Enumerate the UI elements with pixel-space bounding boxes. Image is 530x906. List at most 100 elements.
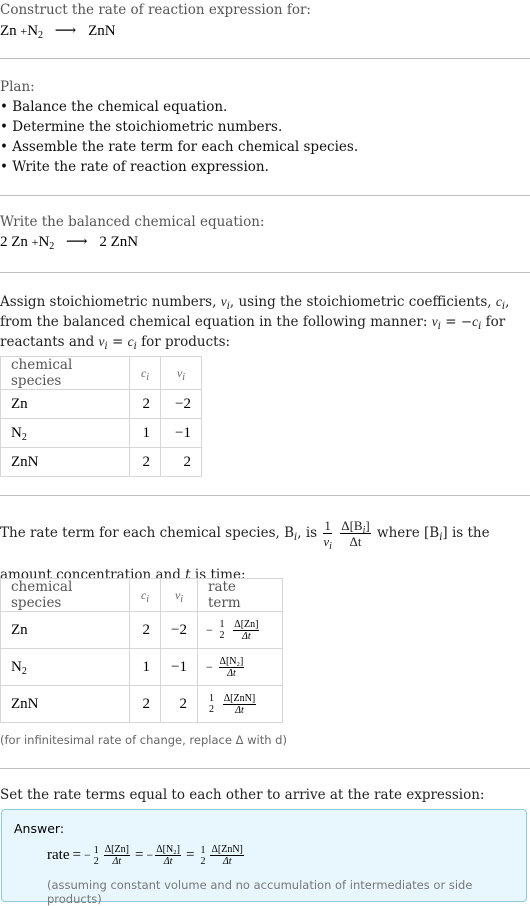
product-znn: ZnN [110, 234, 139, 250]
zn-delta-fraction: Δ[Zn] Δt [103, 844, 130, 867]
text: for products: [136, 334, 231, 350]
plan-item: • Determine the stoichiometric numbers. [0, 119, 283, 135]
n2-delta-fraction: Δ[N₂] Δt [155, 844, 181, 867]
subscript: 2 [21, 665, 27, 677]
denominator: 2 [219, 630, 225, 641]
species: N [11, 424, 22, 441]
nu-cell: −1 [160, 648, 198, 686]
text: Δ[B [341, 518, 363, 533]
header-intro: Construct the rate of reaction expressio… [0, 2, 311, 18]
stoich-section: Assign stoichiometric numbers, νi, using… [0, 292, 530, 352]
text: Assign stoichiometric numbers, [0, 294, 221, 310]
subscript: i [146, 593, 150, 605]
c-cell: 2 [129, 447, 161, 477]
numerator: Δ[N₂] [218, 655, 245, 668]
c-cell: 2 [129, 389, 161, 419]
rateterm-table: chemical species ci νi rate term Zn 2 −2… [0, 578, 283, 723]
coefficient-fraction: 12 [208, 693, 215, 715]
reactant-n2: N [27, 23, 39, 39]
rate-term-cell: − 12 Δ[Zn] Δt [197, 611, 283, 649]
table-row: N2 1 −1 − Δ[N₂] Δt [0, 648, 283, 686]
reactant-zn: Zn [0, 23, 17, 39]
species-cell: N2 [0, 648, 130, 686]
subscript: i [146, 371, 150, 383]
numerator: Δ[Bi] [340, 518, 371, 536]
numerator: Δ[ZnN] [210, 844, 244, 856]
minus-sign: − [206, 622, 213, 637]
numerator: Δ[ZnN] [222, 692, 257, 705]
divider [0, 195, 530, 196]
text: = [107, 334, 128, 350]
half-fraction: 12 [93, 845, 100, 867]
nu-cell: 2 [160, 685, 198, 723]
rate-word: rate [47, 847, 70, 863]
reaction-arrow: ⟶ [54, 23, 77, 39]
reaction-arrow: ⟶ [66, 234, 88, 250]
table-row: Zn 2 −2 [0, 389, 202, 419]
species-cell: ZnN [0, 447, 130, 477]
text: , using the stoichiometric coefficients, [229, 294, 496, 310]
rate-term-cell: 12 Δ[ZnN] Δt [197, 685, 283, 723]
denominator: 2 [209, 704, 214, 715]
delta-b-fraction: Δ[Bi] Δt [340, 518, 371, 549]
text: where [B [377, 525, 440, 541]
subscript: 2 [21, 431, 27, 443]
denominator: 2 [93, 855, 99, 867]
denominator: Δt [242, 630, 251, 642]
plan-item: • Balance the chemical equation. [0, 99, 228, 115]
numerator: 1 [323, 518, 332, 534]
c-cell: 2 [129, 611, 161, 649]
numerator: Δ[Zn] [103, 844, 130, 856]
species: ZnN [11, 453, 39, 470]
c-cell: 2 [129, 685, 161, 723]
balanced-section: Write the balanced chemical equation: 2 … [0, 214, 530, 252]
answer-label: Answer: [14, 821, 65, 836]
species: Zn [11, 621, 28, 638]
species: ZnN [11, 695, 39, 712]
plan-title: Plan: [0, 79, 35, 95]
subscript: i [182, 371, 186, 383]
nu-cell: 2 [160, 447, 202, 477]
table-header-row: chemical species ci νi [0, 356, 202, 390]
denominator: 2 [200, 855, 206, 867]
text: The rate term for each chemical species,… [0, 525, 295, 541]
delta-fraction: Δ[Zn] Δt [233, 619, 260, 642]
divider [0, 495, 530, 496]
coefficient: 2 [0, 234, 8, 250]
equals-sign: = [186, 847, 195, 863]
denominator: Δt [112, 856, 122, 867]
coefficient-fraction: 12 [219, 619, 226, 641]
header-c: ci [129, 356, 161, 390]
header-nu: νi [160, 578, 198, 612]
coefficient: 2 [99, 234, 107, 250]
header-species: chemical species [0, 356, 130, 390]
denominator: νi [323, 534, 332, 552]
final-intro: Set the rate terms equal to each other t… [0, 787, 485, 803]
reactant-n2: N [38, 234, 50, 250]
denominator: Δt [235, 704, 244, 716]
denominator: Δt [349, 534, 362, 549]
table-row: Zn 2 −2 − 12 Δ[Zn] Δt [0, 611, 283, 649]
reactant-zn: Zn [11, 234, 28, 250]
header-species: chemical species [0, 578, 130, 612]
species: N [11, 658, 22, 675]
header-nu: νi [160, 356, 202, 390]
subscript: 2 [38, 30, 44, 41]
minus-sign: − [83, 848, 91, 862]
half-fraction: 12 [199, 845, 206, 867]
text: , is [297, 525, 322, 541]
c-cell: 1 [129, 418, 161, 448]
plan-item: • Write the rate of reaction expression. [0, 159, 269, 175]
numerator: 1 [209, 693, 214, 704]
header-c: ci [129, 578, 161, 612]
answer-box: Answer: rate = − 12 Δ[Zn] Δt = − Δ[N₂] Δt … [1, 809, 527, 906]
table-row: N2 1 −1 [0, 418, 202, 448]
divider [0, 768, 530, 769]
denominator: Δt [227, 667, 236, 679]
text: = − [440, 314, 473, 330]
numerator: 1 [219, 619, 225, 630]
denominator: Δt [222, 856, 232, 867]
table-row: ZnN 2 2 12 Δ[ZnN] Δt [0, 685, 283, 723]
numerator: 1 [200, 844, 206, 856]
divider [0, 58, 530, 59]
